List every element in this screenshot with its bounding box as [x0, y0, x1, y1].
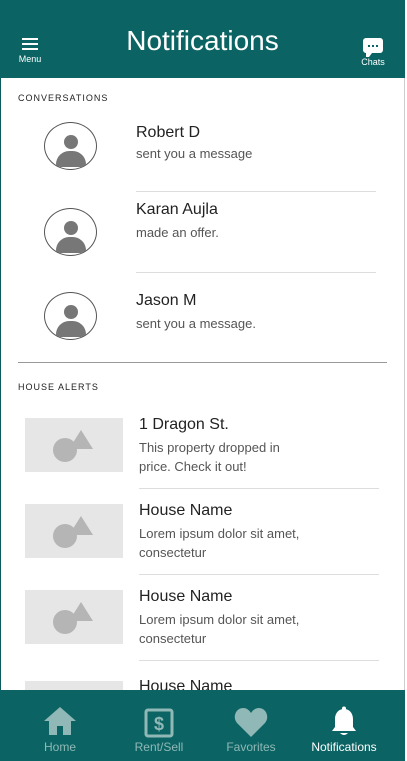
conversation-name: Jason M	[136, 292, 197, 309]
conversation-item[interactable]: Jason M sent you a message.	[0, 273, 405, 353]
house-name: 1 Dragon St.	[139, 416, 229, 433]
house-alert-item[interactable]: House Name	[0, 668, 405, 690]
house-image-placeholder-icon	[25, 681, 123, 690]
bottom-navigation: Home $ Rent/Sell Favorites Notifications	[0, 690, 405, 761]
house-image-placeholder-icon	[25, 418, 123, 472]
nav-home[interactable]: Home	[20, 690, 100, 761]
nav-favorites-label: Favorites	[226, 740, 276, 754]
bell-icon	[332, 706, 356, 735]
conversation-message: made an offer.	[136, 225, 219, 240]
conversation-message: sent you a message.	[136, 316, 256, 331]
chats-button[interactable]: Chats	[356, 38, 390, 72]
house-name: House Name	[139, 588, 233, 605]
nav-rent-sell-label: Rent/Sell	[134, 740, 184, 754]
top-app-bar: Menu Notifications Chats	[0, 0, 405, 78]
avatar-icon	[44, 122, 97, 170]
divider	[139, 488, 379, 489]
avatar-icon	[44, 208, 97, 256]
house-name: House Name	[139, 502, 233, 519]
heart-icon	[234, 708, 268, 737]
nav-notifications[interactable]: Notifications	[302, 690, 386, 761]
nav-home-label: Home	[43, 740, 76, 754]
house-image-placeholder-icon	[25, 504, 123, 558]
house-alert-item[interactable]: 1 Dragon St. This property dropped in pr…	[0, 406, 405, 492]
house-alerts-section-title: HOUSE ALERTS	[18, 382, 99, 392]
chat-bubble-icon	[363, 38, 383, 57]
house-description: Lorem ipsum dolor sit amet, consectetur	[139, 526, 300, 560]
page-title: Notifications	[126, 25, 279, 56]
house-description: This property dropped in price. Check it…	[139, 440, 280, 474]
house-name: House Name	[139, 678, 233, 690]
home-icon	[44, 707, 76, 735]
dollar-card-icon: $	[144, 708, 174, 738]
conversation-item[interactable]: Robert D sent you a message	[0, 112, 405, 192]
conversation-name: Robert D	[136, 124, 201, 141]
house-alert-item[interactable]: House Name Lorem ipsum dolor sit amet, c…	[0, 492, 405, 578]
chats-label: Chats	[361, 57, 385, 67]
divider	[139, 574, 379, 575]
conversation-message: sent you a message	[136, 146, 253, 161]
section-divider	[18, 362, 387, 363]
house-description: Lorem ipsum dolor sit amet, consectetur	[139, 612, 300, 646]
conversation-name: Karan Aujla	[136, 201, 218, 218]
house-alert-item[interactable]: House Name Lorem ipsum dolor sit amet, c…	[0, 578, 405, 664]
nav-notifications-label: Notifications	[311, 740, 377, 754]
nav-rent-sell[interactable]: $ Rent/Sell	[118, 690, 200, 761]
avatar-icon	[44, 292, 97, 340]
conversation-item[interactable]: Karan Aujla made an offer.	[0, 192, 405, 272]
house-image-placeholder-icon	[25, 590, 123, 644]
nav-favorites[interactable]: Favorites	[212, 690, 290, 761]
divider	[139, 660, 379, 661]
svg-text:$: $	[154, 714, 164, 734]
conversations-section-title: CONVERSATIONS	[18, 93, 109, 103]
